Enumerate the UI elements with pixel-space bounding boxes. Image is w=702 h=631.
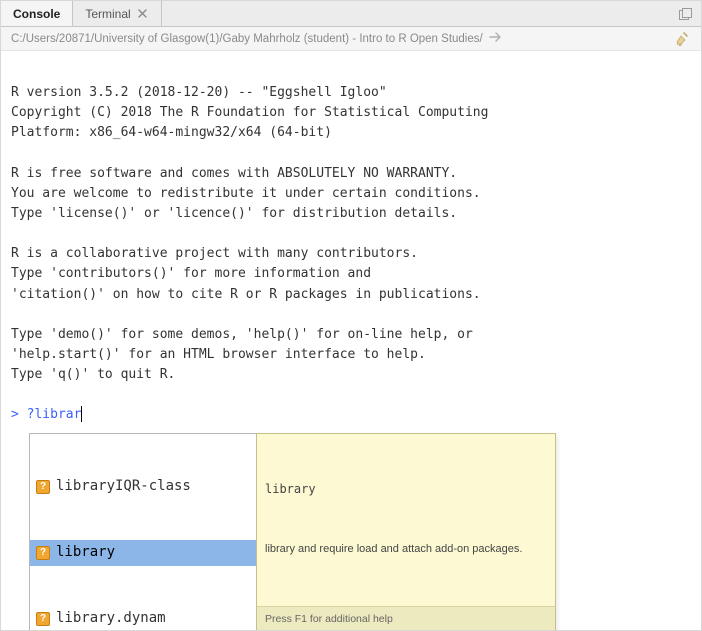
r-startup-banner: R version 3.5.2 (2018-12-20) -- "Eggshel…	[11, 85, 488, 382]
autocomplete-item-label: library	[56, 542, 115, 564]
tooltip-footer: Press F1 for additional help	[257, 606, 555, 630]
path-go-icon[interactable]	[489, 32, 503, 45]
tooltip-description: library and require load and attach add-…	[257, 541, 555, 566]
autocomplete-tooltip: library library and require load and att…	[256, 433, 556, 630]
console-input[interactable]: ?librar	[27, 407, 82, 422]
tab-console[interactable]: Console	[1, 1, 73, 26]
prompt-symbol: >	[11, 407, 19, 422]
tooltip-title: library	[257, 474, 555, 501]
tab-console-label: Console	[13, 7, 60, 21]
clear-console-icon[interactable]	[675, 31, 691, 47]
tab-terminal[interactable]: Terminal	[73, 1, 161, 26]
close-icon[interactable]	[137, 8, 149, 20]
autocomplete-item-label: libraryIQR-class	[56, 476, 191, 498]
autocomplete-item[interactable]: ? libraryIQR-class	[30, 474, 256, 500]
prompt-line: > ?librar	[11, 407, 82, 422]
autocomplete-popup: ? libraryIQR-class ? library ? library.d…	[29, 433, 556, 630]
autocomplete-item[interactable]: ? library	[30, 540, 256, 566]
help-topic-icon: ?	[36, 546, 50, 560]
help-topic-icon: ?	[36, 480, 50, 494]
help-topic-icon: ?	[36, 612, 50, 626]
tab-bar: Console Terminal	[1, 1, 701, 27]
autocomplete-item-label: library.dynam	[56, 608, 166, 630]
popout-icon[interactable]	[679, 8, 693, 20]
autocomplete-list[interactable]: ? libraryIQR-class ? library ? library.d…	[29, 433, 257, 630]
path-bar: C:/Users/20871/University of Glasgow(1)/…	[1, 27, 701, 51]
console-output[interactable]: R version 3.5.2 (2018-12-20) -- "Eggshel…	[1, 51, 701, 630]
tab-terminal-label: Terminal	[85, 7, 130, 21]
working-directory: C:/Users/20871/University of Glasgow(1)/…	[11, 33, 483, 45]
autocomplete-item[interactable]: ? library.dynam	[30, 606, 256, 630]
text-cursor	[81, 406, 82, 422]
